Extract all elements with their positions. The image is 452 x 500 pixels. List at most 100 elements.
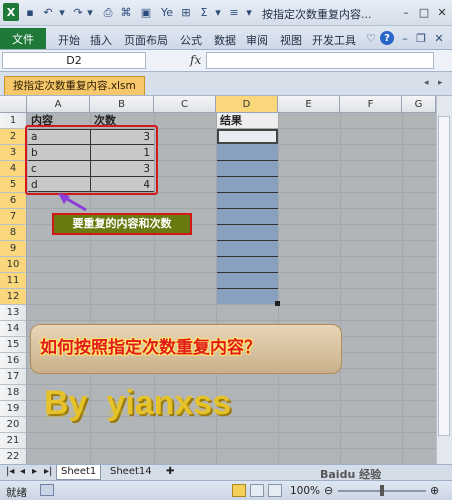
tab-page-layout[interactable]: 页面布局 — [124, 32, 168, 48]
workbook-tab[interactable]: 按指定次数重复内容.xlsm — [4, 76, 145, 95]
row-header[interactable]: 17 — [0, 369, 27, 385]
zoom-slider-thumb[interactable] — [380, 485, 384, 496]
page-break-view-icon[interactable] — [268, 484, 282, 497]
callout-label: 要重复的内容和次数 — [52, 213, 192, 235]
lock-icon[interactable]: ▣ — [138, 4, 154, 21]
minimize-icon[interactable]: – — [398, 3, 414, 21]
column-header-c[interactable]: C — [154, 96, 216, 113]
tab-home[interactable]: 开始 — [58, 32, 80, 48]
banner-title: 如何按照指定次数重复内容？ — [40, 338, 261, 358]
row-header[interactable]: 5 — [0, 177, 27, 193]
doc-minimize-icon[interactable]: – — [398, 31, 412, 45]
cell-d1[interactable]: 结果 — [220, 113, 242, 129]
sum-dropdown-icon[interactable]: ▾ — [214, 4, 222, 21]
row-header[interactable]: 6 — [0, 193, 27, 209]
row-header[interactable]: 14 — [0, 321, 27, 337]
redo-icon[interactable]: ↷ — [70, 4, 86, 21]
redo-dropdown-icon[interactable]: ▾ — [86, 4, 94, 21]
tab-review[interactable]: 审阅 — [246, 32, 268, 48]
tab-scroll-right-icon[interactable]: ▸ — [438, 78, 443, 88]
zoom-level[interactable]: 100% — [290, 485, 320, 497]
row-header[interactable]: 12 — [0, 289, 27, 305]
result-range[interactable] — [217, 129, 278, 304]
row-header[interactable]: 20 — [0, 417, 27, 433]
row-header[interactable]: 9 — [0, 241, 27, 257]
table-icon[interactable]: ⊞ — [178, 4, 194, 21]
vertical-scroll-thumb[interactable] — [438, 116, 450, 436]
row-header[interactable]: 10 — [0, 257, 27, 273]
tab-file[interactable]: 文件 — [0, 28, 46, 49]
result-rowline — [217, 240, 278, 241]
formula-input[interactable] — [206, 52, 434, 69]
normal-view-icon[interactable] — [232, 484, 246, 497]
format-icon[interactable]: ⌘ — [118, 4, 134, 21]
row-header[interactable]: 22 — [0, 449, 27, 464]
row-header[interactable]: 15 — [0, 337, 27, 353]
tab-view[interactable]: 视图 — [280, 32, 302, 48]
column-header-b[interactable]: B — [90, 96, 154, 113]
row-header[interactable]: 4 — [0, 161, 27, 177]
close-icon[interactable]: ✕ — [434, 3, 450, 21]
row-header[interactable]: 2 — [0, 129, 27, 145]
fill-handle[interactable] — [275, 301, 280, 306]
wrap-icon[interactable]: ≡ — [226, 4, 242, 21]
ribbon-collapse-icon[interactable]: ♡ — [364, 31, 378, 45]
name-box[interactable]: D2 — [2, 52, 146, 69]
worksheet-grid[interactable]: A B C D E F G 1 2 3 4 5 6 7 8 9 10 11 12… — [0, 96, 452, 464]
result-rowline — [217, 160, 278, 161]
tab-scroll-left-icon[interactable]: ◂ — [424, 78, 429, 88]
tab-data[interactable]: 数据 — [214, 32, 236, 48]
doc-restore-icon[interactable]: ❐ — [414, 31, 428, 45]
gridline — [27, 448, 436, 449]
undo-icon[interactable]: ↶ — [40, 4, 56, 21]
doc-close-icon[interactable]: ✕ — [432, 31, 446, 45]
title-bar: X ▪ ↶ ▾ ↷ ▾ ⎙ ⌘ ▣ Ye ⊞ Σ ▾ ≡ ▾ 按指定次数重复内容… — [0, 0, 452, 26]
select-all-corner[interactable] — [0, 96, 27, 113]
row-header[interactable]: 11 — [0, 273, 27, 289]
status-bar: 就绪 100% ⊖ ⊕ — [0, 480, 452, 500]
column-header-a[interactable]: A — [27, 96, 90, 113]
result-rowline — [217, 176, 278, 177]
last-sheet-icon[interactable]: ▸| — [40, 465, 56, 480]
row-header[interactable]: 1 — [0, 113, 27, 129]
row-header[interactable]: 7 — [0, 209, 27, 225]
help-icon[interactable]: ? — [380, 31, 394, 45]
result-rowline — [217, 256, 278, 257]
formula-bar: D2 fx — [0, 50, 452, 72]
insert-function-icon[interactable]: fx — [190, 53, 201, 67]
column-header-g[interactable]: G — [402, 96, 436, 113]
result-rowline — [217, 208, 278, 209]
maximize-icon[interactable]: □ — [416, 3, 432, 21]
tab-formulas[interactable]: 公式 — [180, 32, 202, 48]
save-icon[interactable]: ▪ — [22, 4, 38, 21]
macro-record-icon[interactable] — [40, 484, 54, 496]
column-header-d[interactable]: D — [216, 96, 278, 113]
filter-icon[interactable]: Ye — [158, 4, 176, 21]
row-header[interactable]: 3 — [0, 145, 27, 161]
excel-logo-icon[interactable]: X — [3, 3, 19, 21]
undo-dropdown-icon[interactable]: ▾ — [58, 4, 66, 21]
zoom-out-icon[interactable]: ⊖ — [324, 484, 333, 497]
row-header[interactable]: 16 — [0, 353, 27, 369]
sheet-tab-sheet14[interactable]: Sheet14 — [106, 465, 156, 480]
sheet-tabs-bar: |◂ ◂ ▸ ▸| Sheet1 Sheet14 ✚ Baidu 经验 — [0, 464, 452, 481]
page-layout-view-icon[interactable] — [250, 484, 264, 497]
data-highlight-frame — [25, 125, 158, 195]
row-header[interactable]: 8 — [0, 225, 27, 241]
sum-icon[interactable]: Σ — [196, 4, 212, 21]
row-header[interactable]: 13 — [0, 305, 27, 321]
tab-insert[interactable]: 插入 — [90, 32, 112, 48]
active-cell-d2[interactable] — [217, 129, 278, 144]
row-header[interactable]: 21 — [0, 433, 27, 449]
print-preview-icon[interactable]: ⎙ — [100, 4, 116, 21]
column-header-e[interactable]: E — [278, 96, 340, 113]
row-header[interactable]: 18 — [0, 385, 27, 401]
zoom-in-icon[interactable]: ⊕ — [430, 484, 439, 497]
result-rowline — [217, 192, 278, 193]
sheet-tab-sheet1[interactable]: Sheet1 — [56, 465, 102, 480]
row-header[interactable]: 19 — [0, 401, 27, 417]
column-header-f[interactable]: F — [340, 96, 402, 113]
tab-developer[interactable]: 开发工具 — [312, 32, 356, 48]
new-sheet-icon[interactable]: ✚ — [162, 465, 178, 480]
customize-toolbar-icon[interactable]: ▾ — [244, 4, 254, 21]
